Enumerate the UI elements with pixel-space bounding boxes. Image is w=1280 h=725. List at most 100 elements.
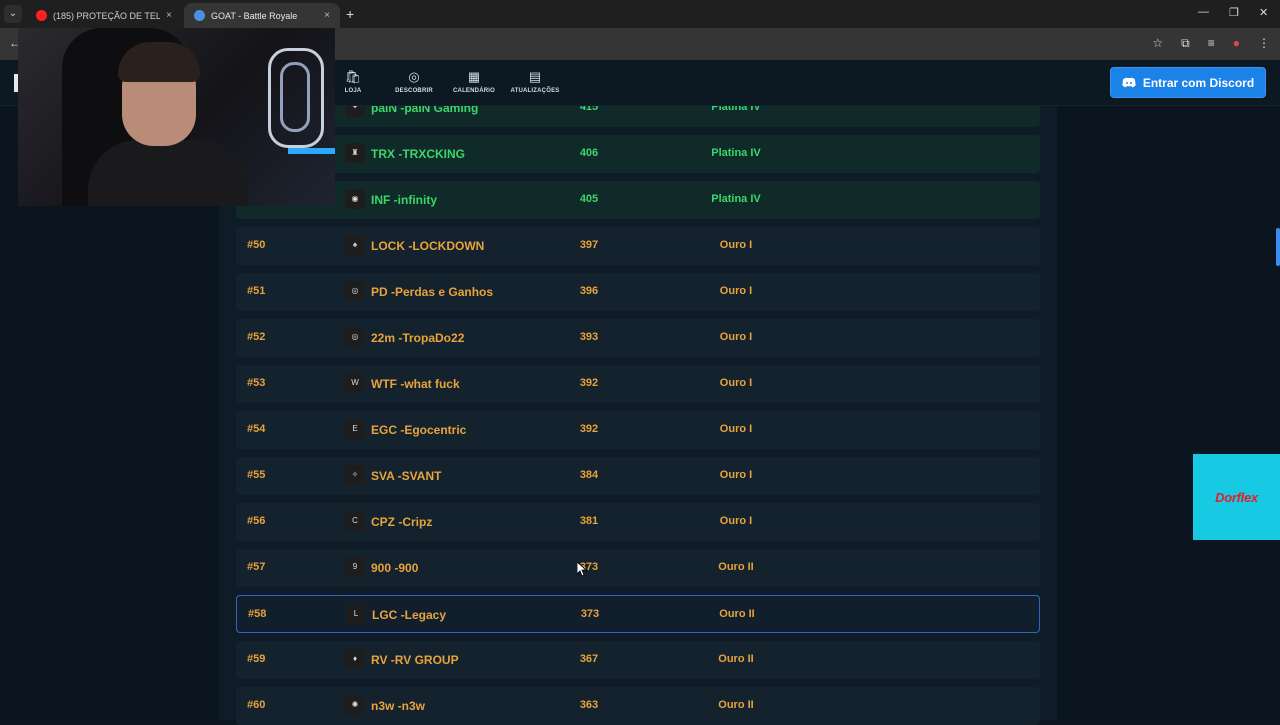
nav-calendario[interactable]: ▦ CALENDÁRIO [444,68,504,94]
close-tab-icon[interactable]: × [166,10,172,21]
media-controls-icon[interactable]: ≡ [1208,36,1215,51]
ranking-row[interactable]: ◉ INF -infinity 405 Platina IV [236,181,1040,219]
extensions-icon[interactable]: ⧉ [1181,36,1190,51]
browser-tab-bar: ⌄ (185) PROTEÇÃO DE TELA - Tar × GOAT - … [0,0,1280,28]
nav-label: DESCOBRIR [395,88,433,94]
person-shirt [88,140,248,206]
team-tier: Ouro I [719,377,753,389]
ranking-row[interactable]: #60 ✺ n3w -n3w 363 Ouro II [236,687,1040,725]
browser-menu-icon[interactable]: ⋮ [1258,36,1270,51]
team-tier: Ouro I [719,423,753,435]
team-tier: Ouro II [718,699,754,711]
nav-descobrir[interactable]: ◎ DESCOBRIR [384,68,444,94]
compass-icon: ◎ [408,69,420,84]
close-window-button[interactable]: ✕ [1259,6,1268,19]
team-name: WTF -what fuck [371,377,460,391]
team-tier: Ouro II [718,653,754,665]
team-points: 392 [579,423,599,435]
ranking-row[interactable]: #53 W WTF -what fuck 392 Ouro I [236,365,1040,403]
team-logo-icon: ◉ [345,189,365,209]
ranking-row[interactable]: #51 ◎ PD -Perdas e Ganhos 396 Ouro I [236,273,1040,311]
ranking-row[interactable]: #54 E EGC -Egocentric 392 Ouro I [236,411,1040,449]
team-name: TRX -TRXCKING [371,147,465,161]
scrollbar-thumb[interactable] [1276,228,1280,266]
browser-tab-1[interactable]: (185) PROTEÇÃO DE TELA - Tar × [26,3,182,28]
team-points: 363 [579,699,599,711]
team-tier: Ouro I [719,285,753,297]
team-points: 405 [579,193,599,205]
ranking-row[interactable]: #50 ♠ LOCK -LOCKDOWN 397 Ouro I [236,227,1040,265]
team-logo-icon: C [345,511,365,531]
news-icon: ▤ [528,69,542,84]
ranking-row[interactable]: #59 ♦ RV -RV GROUP 367 Ouro II [236,641,1040,679]
neon-light [280,62,310,132]
team-name: n3w -n3w [371,699,426,713]
team-points: 384 [579,469,599,481]
nav-atualizacoes[interactable]: ▤ ATUALIZAÇÕES [505,68,565,94]
team-points: 393 [579,331,599,343]
team-logo-icon: ◎ [345,327,365,347]
person-hair [118,42,200,82]
team-name: PD -Perdas e Ganhos [371,285,494,299]
team-tier: Ouro I [719,515,753,527]
browser-tab-2-active[interactable]: GOAT - Battle Royale × [184,3,340,28]
rank-number: #60 [247,699,266,711]
ranking-row[interactable]: ♜ TRX -TRXCKING 406 Platina IV [236,135,1040,173]
streamer-webcam [18,28,335,206]
youtube-favicon-icon [36,10,47,21]
bookmark-star-icon[interactable]: ☆ [1152,36,1163,51]
team-tier: Platina IV [711,147,761,159]
team-tier: Ouro I [719,239,753,251]
team-logo-icon: W [345,373,365,393]
team-logo-icon: L [346,604,366,624]
tab-title: (185) PROTEÇÃO DE TELA - Tar [53,10,161,21]
team-logo-icon: E [345,419,365,439]
discord-button-label: Entrar com Discord [1142,75,1255,90]
team-name: CPZ -Cripz [371,515,433,529]
rank-number: #56 [247,515,266,527]
profile-avatar-icon[interactable]: ● [1233,36,1240,51]
team-points: 373 [579,561,599,573]
team-points: 397 [579,239,599,251]
team-tier: Ouro I [719,331,753,343]
rank-number: #59 [247,653,266,665]
team-points: 406 [579,147,599,159]
ad-logo-text: Dorflex [1215,489,1258,505]
ranking-row[interactable]: #52 ◎ 22m -TropaDo22 393 Ouro I [236,319,1040,357]
rank-number: #52 [247,331,266,343]
team-logo-icon: ◎ [345,281,365,301]
team-logo-icon: ♦ [345,649,365,669]
team-tier: Ouro II [719,608,755,620]
maximize-button[interactable]: ❐ [1229,6,1239,19]
rank-number: #57 [247,561,266,573]
team-tier: Ouro I [719,469,753,481]
team-logo-icon: ♠ [345,235,365,255]
rank-number: #58 [248,608,267,620]
tab-search-button[interactable]: ⌄ [4,5,22,23]
ranking-row[interactable]: #55 ✧ SVA -SVANT 384 Ouro I [236,457,1040,495]
minimize-button[interactable]: — [1198,6,1209,18]
dorflex-ad-banner[interactable]: Dorflex [1193,454,1280,540]
ranking-row[interactable]: #56 C CPZ -Cripz 381 Ouro I [236,503,1040,541]
rank-number: #54 [247,423,266,435]
new-tab-button[interactable]: + [346,6,354,22]
team-name: RV -RV GROUP [371,653,459,667]
led-strip [288,148,335,154]
goat-favicon-icon [194,10,205,21]
team-name: EGC -Egocentric [371,423,467,437]
rank-number: #53 [247,377,266,389]
calendar-icon: ▦ [467,69,481,84]
rank-number: #51 [247,285,266,297]
nav-label: ATUALIZAÇÕES [510,88,560,94]
ranking-row[interactable]: #58 L LGC -Legacy 373 Ouro II [236,595,1040,633]
team-name: INF -infinity [371,193,437,207]
ranking-row[interactable]: #57 9 900 -900 373 Ouro II [236,549,1040,587]
close-tab-icon[interactable]: × [324,10,330,21]
team-name: 900 -900 [371,561,419,575]
discord-login-button[interactable]: Entrar com Discord [1110,67,1266,98]
team-points: 373 [580,608,600,620]
team-points: 396 [579,285,599,297]
team-logo-icon: ✺ [345,695,365,715]
mouse-cursor-icon [576,561,588,582]
tab-title: GOAT - Battle Royale [211,10,298,21]
